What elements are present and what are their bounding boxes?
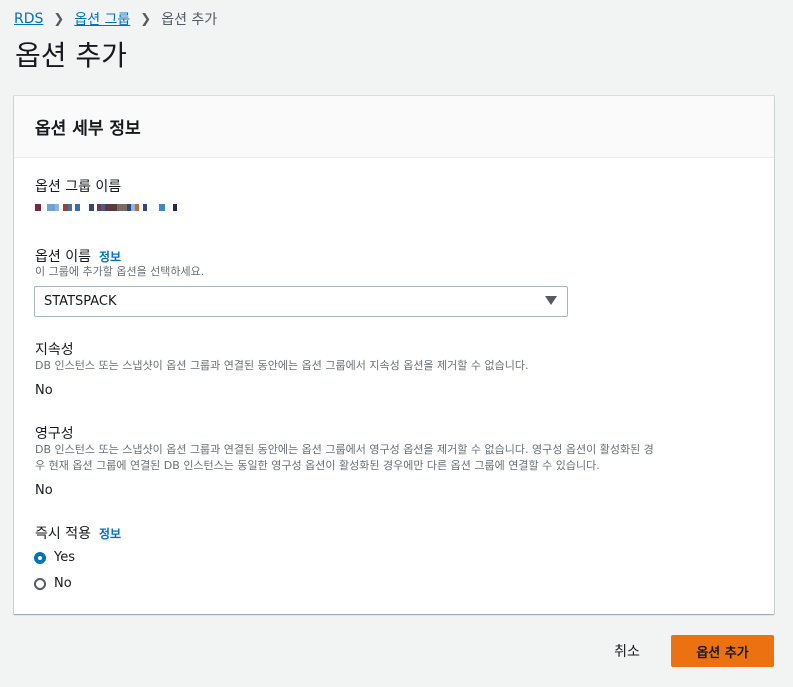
- breadcrumb: RDS ❯ 옵션 그룹 ❯ 옵션 추가: [14, 9, 217, 29]
- breadcrumb-current: 옵션 추가: [161, 12, 218, 28]
- persistent-description: DB 인스턴스 또는 스냅샷이 옵션 그룹과 연결된 동안에는 옵션 그룹에서 …: [35, 359, 529, 372]
- cancel-button[interactable]: 취소: [601, 636, 653, 666]
- option-name-label: 옵션 이름 정보: [35, 249, 122, 265]
- apply-immediately-label: 즉시 적용 정보: [35, 526, 122, 542]
- persistent-value: No: [35, 383, 53, 398]
- chevron-right-icon: ❯: [140, 11, 152, 27]
- panel-title: 옵션 세부 정보: [35, 119, 141, 139]
- breadcrumb-rds-link[interactable]: RDS: [14, 11, 43, 27]
- radio-yes-label: Yes: [54, 550, 75, 565]
- page-title: 옵션 추가: [15, 39, 127, 72]
- option-name-info-link[interactable]: 정보: [99, 250, 121, 264]
- permanent-label: 영구성: [35, 426, 74, 442]
- apply-immediately-info-link[interactable]: 정보: [99, 527, 121, 541]
- permanent-value: No: [35, 483, 53, 498]
- radio-no-label: No: [54, 576, 72, 591]
- option-name-selected-value: STATSPACK: [44, 294, 117, 309]
- add-option-button[interactable]: 옵션 추가: [671, 635, 774, 667]
- redacted-option-group-name: [35, 204, 177, 211]
- option-group-name-label: 옵션 그룹 이름: [35, 179, 122, 195]
- option-name-description: 이 그룹에 추가할 옵션을 선택하세요.: [35, 265, 205, 278]
- chevron-right-icon: ❯: [53, 11, 65, 27]
- permanent-description-line2: 우 현재 옵션 그룹에 연결된 DB 인스턴스는 동일한 영구성 옵션이 활성화…: [35, 459, 600, 472]
- apply-immediately-no-radio[interactable]: No: [34, 576, 72, 591]
- radio-unselected-icon: [34, 577, 46, 590]
- option-name-select[interactable]: STATSPACK: [34, 286, 568, 317]
- breadcrumb-option-groups-link[interactable]: 옵션 그룹: [74, 9, 130, 29]
- apply-immediately-yes-radio[interactable]: Yes: [34, 550, 75, 565]
- panel-header: 옵션 세부 정보: [14, 96, 774, 158]
- option-details-panel: 옵션 세부 정보 옵션 그룹 이름 옵션 이름 정보 이 그룹에 추가할 옵션을 …: [14, 96, 774, 614]
- caret-down-icon: [545, 296, 557, 305]
- radio-selected-icon: [34, 551, 46, 564]
- persistent-label: 지속성: [35, 342, 74, 358]
- permanent-description-line1: DB 인스턴스 또는 스냅샷이 옵션 그룹과 연결된 동안에는 옵션 그룹에서 …: [35, 443, 654, 456]
